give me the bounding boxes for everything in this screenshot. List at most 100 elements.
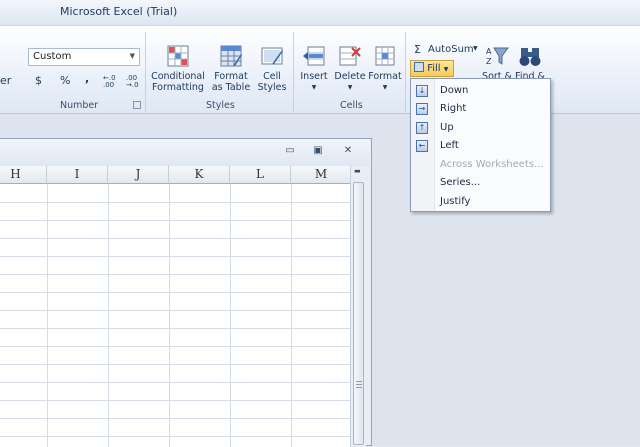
percent-button[interactable]: % [60, 74, 70, 87]
grid-column-line [108, 184, 109, 447]
menu-item-across-worksheets: Across Worksheets... [411, 156, 550, 174]
cell-styles-label-1: Cell [263, 71, 281, 82]
chevron-down-icon: ▼ [443, 66, 449, 73]
menu-item-series[interactable]: Series... [411, 174, 550, 192]
fill-dropdown-menu: ↓ Down → Right ↑ Up ← Left Across Worksh… [410, 78, 551, 212]
comma-button[interactable]: , [85, 72, 89, 85]
delete-cells-button[interactable]: Delete ▼ [333, 44, 367, 93]
format-label: Format [368, 71, 402, 82]
number-dialog-launcher-icon[interactable] [133, 101, 141, 109]
chevron-down-icon[interactable]: ▼ [130, 52, 135, 60]
sort-filter-icon: AZ [485, 44, 509, 68]
grid-row-line [0, 220, 350, 221]
grid-column-line [291, 184, 292, 447]
menu-item-label: Down [440, 85, 469, 96]
format-as-table-label-2: as Table [211, 82, 251, 93]
grid-row-line [0, 238, 350, 239]
currency-button[interactable]: $ [35, 74, 42, 87]
number-format-value: Custom [33, 51, 72, 62]
grid-row-line [0, 292, 350, 293]
arrow-left-icon: ← [416, 140, 428, 152]
grid-row-line [0, 202, 350, 203]
column-header-h[interactable]: H [0, 166, 47, 184]
insert-label: Insert [300, 71, 328, 82]
column-header-k[interactable]: K [169, 166, 230, 184]
grid-row-line [0, 256, 350, 257]
menu-item-label: Up [440, 122, 454, 133]
chevron-down-icon: ▼ [382, 84, 388, 91]
sigma-icon[interactable]: Σ [414, 43, 421, 56]
grid-row-line [0, 364, 350, 365]
grid-column-line [230, 184, 231, 447]
number-group-label: Number [60, 100, 99, 111]
menu-item-left[interactable]: ← Left [411, 137, 550, 155]
menu-item-up[interactable]: ↑ Up [411, 119, 550, 137]
format-as-table-button[interactable]: Format as Table [208, 44, 254, 93]
grip-line [356, 381, 362, 382]
group-separator [293, 32, 294, 112]
menu-item-label: Left [440, 140, 459, 151]
cell-styles-button[interactable]: Cell Styles [255, 44, 289, 93]
chevron-down-icon[interactable]: ▼ [473, 45, 478, 52]
decrease-decimal-button[interactable]: .00 →.0 [126, 75, 146, 89]
workbook-titlebar: ▭ ▣ ✕ [0, 139, 370, 166]
find-select-button[interactable]: Find & [514, 44, 546, 82]
grid-row-line [0, 382, 350, 383]
fill-icon [414, 62, 424, 72]
menu-item-label: Right [440, 103, 467, 114]
title-bar: Microsoft Excel (Trial) [0, 0, 640, 26]
grid-row-line [0, 436, 350, 437]
insert-cells-button[interactable]: Insert ▼ [298, 44, 330, 93]
sort-filter-button[interactable]: AZ Sort & [482, 44, 512, 82]
grid-row-line [0, 418, 350, 419]
chevron-down-icon: ▼ [347, 84, 353, 91]
scrollbar-thumb[interactable] [353, 182, 364, 445]
menu-item-justify[interactable]: Justify [411, 193, 550, 211]
close-icon[interactable]: ✕ [339, 145, 357, 159]
grid-row-line [0, 400, 350, 401]
menu-item-down[interactable]: ↓ Down [411, 82, 550, 100]
grid-row-line [0, 328, 350, 329]
grid-row-line [0, 310, 350, 311]
minimize-icon[interactable]: ▭ [281, 145, 299, 159]
grip-line [356, 384, 362, 385]
binoculars-icon [518, 44, 542, 68]
conditional-formatting-label-2: Formatting [152, 82, 204, 93]
conditional-formatting-icon [166, 44, 190, 68]
increase-decimal-button[interactable]: ←.0 .00 [103, 75, 123, 89]
arrow-up-icon: ↑ [416, 122, 428, 134]
window-title: Microsoft Excel (Trial) [60, 5, 178, 18]
menu-item-label: Across Worksheets... [440, 159, 544, 170]
conditional-formatting-button[interactable]: Conditional Formatting [150, 44, 206, 93]
spreadsheet-grid[interactable]: H I J K L M [0, 166, 350, 447]
grid-column-line [47, 184, 48, 447]
vertical-scrollbar[interactable]: ▬ [350, 166, 366, 447]
menu-item-label: Series... [440, 177, 481, 188]
fill-label: Fill [427, 63, 441, 74]
number-format-combo[interactable]: Custom ▼ [28, 48, 140, 66]
cell-styles-icon [260, 44, 284, 68]
group-separator [145, 32, 146, 112]
styles-group-label: Styles [206, 100, 235, 111]
format-cells-icon [373, 44, 397, 68]
format-cells-button[interactable]: Format ▼ [368, 44, 402, 93]
menu-item-right[interactable]: → Right [411, 100, 550, 118]
svg-text:Z: Z [486, 57, 492, 66]
chevron-down-icon: ▼ [311, 84, 317, 91]
grid-row-line [0, 346, 350, 347]
column-header-m[interactable]: M [291, 166, 350, 184]
arrow-right-icon: → [416, 103, 428, 115]
insert-cells-icon [302, 44, 326, 68]
menu-item-label: Justify [440, 196, 471, 207]
restore-icon[interactable]: ▣ [309, 145, 327, 159]
fill-button[interactable]: Fill ▼ [410, 60, 454, 77]
column-header-l[interactable]: L [230, 166, 291, 184]
delete-cells-icon [338, 44, 362, 68]
column-header-j[interactable]: J [108, 166, 169, 184]
scroll-up-icon[interactable]: ▬ [354, 167, 361, 175]
column-header-i[interactable]: I [47, 166, 108, 184]
format-as-table-icon [219, 44, 243, 68]
cells-group-label: Cells [340, 100, 363, 111]
autosum-button[interactable]: AutoSum [428, 44, 474, 55]
grid-column-line [169, 184, 170, 447]
